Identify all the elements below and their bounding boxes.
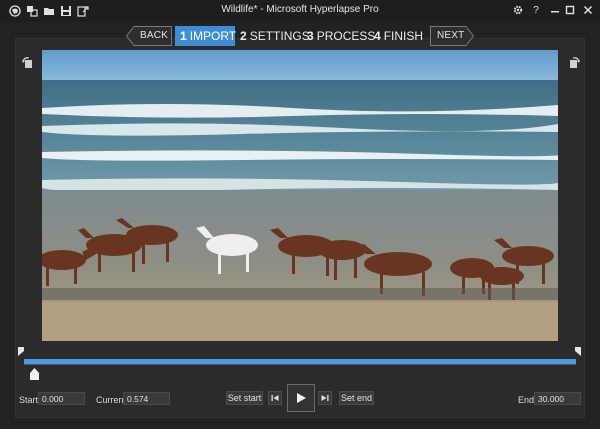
tab-finish[interactable]: 4 FINISH xyxy=(369,26,428,46)
save-icon[interactable] xyxy=(59,4,72,17)
skip-back-icon[interactable] xyxy=(268,391,282,405)
set-start-button[interactable]: Set start xyxy=(226,391,263,405)
rotate-right-icon[interactable] xyxy=(565,54,583,72)
tab-import[interactable]: 1 IMPORT xyxy=(175,26,237,46)
start-label: Start xyxy=(19,395,39,405)
tab-process[interactable]: 3 PROCESS xyxy=(302,26,375,46)
trim-end-handle[interactable] xyxy=(575,347,581,356)
rotate-left-icon[interactable] xyxy=(19,54,37,72)
tab-settings[interactable]: 2 SETTINGS xyxy=(235,26,310,46)
maximize-icon[interactable] xyxy=(561,2,579,18)
end-input[interactable] xyxy=(534,392,581,405)
step-label: SETTINGS xyxy=(249,29,310,43)
timeline-track xyxy=(24,364,576,365)
set-end-button[interactable]: Set end xyxy=(339,391,374,405)
gear-icon[interactable] xyxy=(509,2,527,18)
play-icon xyxy=(297,393,306,403)
steps: 1 IMPORT 2 SETTINGS 3 PROCESS 4 FINISH xyxy=(175,26,428,46)
step-number: 4 xyxy=(374,29,381,43)
step-label: PROCESS xyxy=(316,29,376,43)
next-button[interactable]: NEXT xyxy=(430,26,474,46)
start-input[interactable] xyxy=(38,392,85,405)
skip-forward-icon[interactable] xyxy=(318,391,332,405)
step-number: 2 xyxy=(240,29,247,43)
current-label: Current xyxy=(96,395,127,405)
end-label: End xyxy=(518,395,535,405)
new-project-icon[interactable] xyxy=(25,4,38,17)
playhead-handle[interactable] xyxy=(29,368,39,380)
globe-icon[interactable] xyxy=(8,4,21,17)
step-label: FINISH xyxy=(383,29,424,43)
back-button[interactable]: BACK xyxy=(126,26,172,46)
title-bar: Wildlife* - Microsoft Hyperlapse Pro ? xyxy=(0,0,600,22)
trim-start-handle[interactable] xyxy=(18,347,24,356)
next-label: NEXT xyxy=(437,30,465,41)
close-icon[interactable] xyxy=(579,2,597,18)
current-input[interactable] xyxy=(123,392,170,405)
help-icon[interactable]: ? xyxy=(527,2,545,18)
play-button[interactable] xyxy=(287,384,315,412)
video-preview xyxy=(42,50,558,341)
step-number: 3 xyxy=(307,29,314,43)
step-navigation: BACK 1 IMPORT 2 SETTINGS 3 PROCESS 4 FIN… xyxy=(0,22,600,50)
back-label: BACK xyxy=(140,30,169,41)
step-label: IMPORT xyxy=(189,29,237,43)
open-folder-icon[interactable] xyxy=(42,4,55,17)
step-number: 1 xyxy=(180,29,187,43)
export-icon[interactable] xyxy=(76,4,89,17)
